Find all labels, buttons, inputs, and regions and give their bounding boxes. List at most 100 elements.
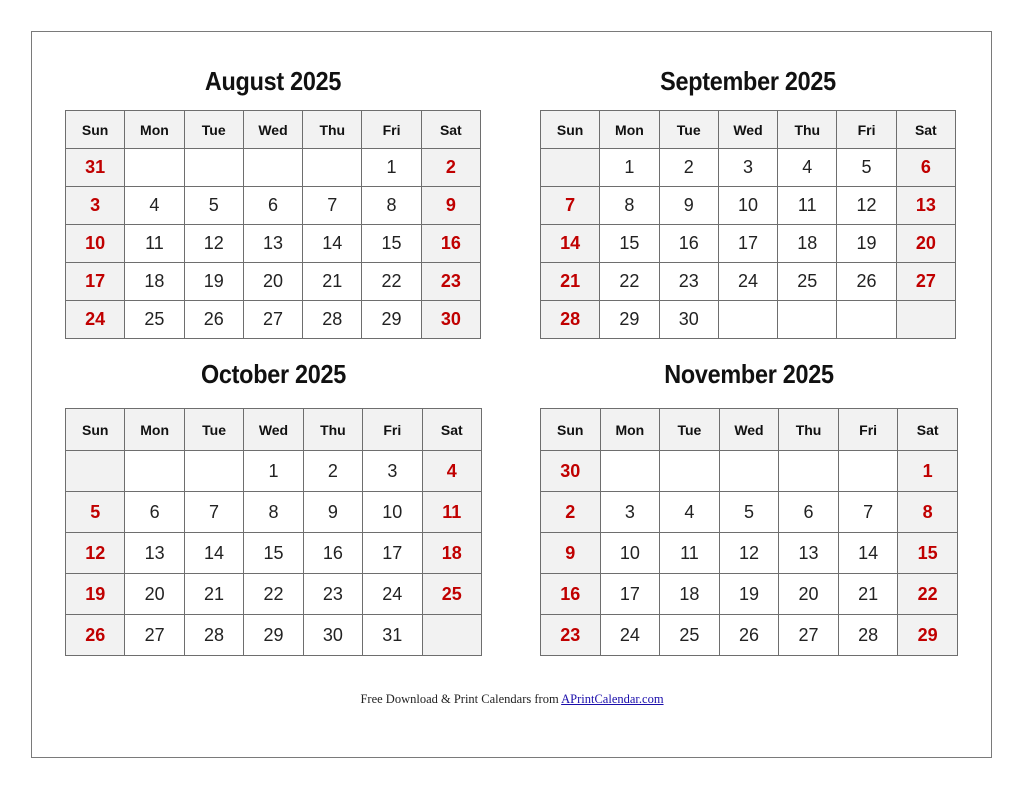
- day-cell: 29: [599, 300, 660, 339]
- weekday-header-row: Sun Mon Tue Wed Thu Fri Sat: [540, 408, 958, 451]
- day-cell: 30: [540, 450, 601, 492]
- month-title: October 2025: [200, 359, 347, 389]
- day-cell: 6: [124, 491, 185, 533]
- empty-cell: [837, 450, 899, 492]
- week-row: 9 10 11 12 13 14 15: [540, 532, 958, 574]
- day-cell: 6: [778, 491, 839, 533]
- week-row: 28 29 30: [539, 300, 957, 339]
- weekday-header-row: Sun Mon Tue Wed Thu Fri Sat: [64, 408, 483, 451]
- day-cell: 27: [124, 614, 185, 656]
- day-cell: 18: [421, 532, 483, 574]
- day-cell: 1: [897, 450, 958, 492]
- weekday-header-wed: Wed: [243, 408, 304, 451]
- day-cell: 17: [362, 532, 423, 574]
- day-cell: 5: [64, 491, 126, 533]
- day-cell: 24: [362, 573, 423, 615]
- weekday-header-sun: Sun: [539, 110, 601, 149]
- day-cell: 7: [183, 491, 245, 533]
- day-cell: 27: [242, 300, 304, 339]
- day-cell: 25: [659, 614, 720, 656]
- week-row: 14 15 16 17 18 19 20: [539, 224, 957, 263]
- day-cell: 22: [599, 262, 660, 301]
- day-cell: 26: [64, 614, 126, 656]
- day-cell: 8: [599, 186, 660, 225]
- weekday-header-sat: Sat: [897, 408, 958, 451]
- empty-cell: [717, 300, 779, 339]
- day-cell: 6: [895, 148, 957, 187]
- day-cell: 30: [658, 300, 719, 339]
- day-cell: 5: [718, 491, 780, 533]
- empty-cell: [599, 450, 661, 492]
- empty-cell: [183, 450, 245, 492]
- day-cell: 18: [777, 224, 838, 263]
- day-cell: 6: [242, 186, 304, 225]
- day-cell: 20: [895, 224, 957, 263]
- weekday-header-wed: Wed: [717, 110, 779, 149]
- weekday-header-sun: Sun: [64, 110, 126, 149]
- day-cell: 23: [420, 262, 482, 301]
- day-cell: 31: [362, 614, 423, 656]
- day-cell: 3: [599, 491, 661, 533]
- day-cell: 12: [183, 224, 244, 263]
- day-cell: 7: [539, 186, 601, 225]
- day-cell: 1: [243, 450, 304, 492]
- week-row: 30 1: [540, 450, 958, 492]
- month-grid: Sun Mon Tue Wed Thu Fri Sat 31 1 2 3 4 5 6 7 8 9 10 11 12 13…: [64, 110, 482, 339]
- week-row: 26 27 28 29 30 31: [64, 614, 483, 656]
- weekday-header-fri: Fri: [361, 110, 422, 149]
- month-title: September 2025: [660, 66, 836, 96]
- empty-cell: [778, 450, 839, 492]
- day-cell: 23: [658, 262, 719, 301]
- weekday-header-tue: Tue: [659, 408, 720, 451]
- day-cell: 10: [599, 532, 661, 574]
- day-cell: 12: [836, 186, 897, 225]
- empty-cell: [836, 300, 897, 339]
- day-cell: 7: [837, 491, 899, 533]
- day-cell: 1: [599, 148, 660, 187]
- weekday-header-sat: Sat: [895, 110, 957, 149]
- weekday-header-thu: Thu: [778, 408, 839, 451]
- day-cell: 29: [243, 614, 304, 656]
- week-row: 21 22 23 24 25 26 27: [539, 262, 957, 301]
- day-cell: 19: [64, 573, 126, 615]
- month-grid: Sun Mon Tue Wed Thu Fri Sat 1 2 3 4 5 6 7 8 9 10 11 12 13 14…: [64, 408, 483, 656]
- month-grid: Sun Mon Tue Wed Thu Fri Sat 30 1 2 3 4 5 6 7 8 9 10 11 12 13…: [540, 408, 958, 656]
- day-cell: 8: [361, 186, 422, 225]
- day-cell: 30: [420, 300, 482, 339]
- day-cell: 14: [539, 224, 601, 263]
- day-cell: 9: [540, 532, 601, 574]
- day-cell: 4: [421, 450, 483, 492]
- week-row: 5 6 7 8 9 10 11: [64, 491, 483, 533]
- day-cell: 24: [717, 262, 779, 301]
- day-cell: 9: [302, 491, 364, 533]
- weekday-header-mon: Mon: [124, 408, 185, 451]
- day-cell: 2: [540, 491, 601, 533]
- day-cell: 16: [540, 573, 601, 615]
- month-title: August 2025: [204, 66, 342, 96]
- week-row: 23 24 25 26 27 28 29: [540, 614, 958, 656]
- empty-cell: [242, 148, 304, 187]
- week-row: 2345678: [540, 491, 958, 533]
- weekday-header-wed: Wed: [242, 110, 304, 149]
- day-cell: 17: [599, 573, 661, 615]
- day-cell: 15: [361, 224, 422, 263]
- week-row: 12 13 14 15 16 17 18: [64, 532, 483, 574]
- footer-link[interactable]: APrintCalendar.com: [561, 692, 663, 706]
- day-cell: 11: [421, 491, 483, 533]
- day-cell: 26: [836, 262, 897, 301]
- day-cell: 16: [302, 532, 364, 574]
- day-cell: 13: [242, 224, 304, 263]
- day-cell: 11: [659, 532, 720, 574]
- day-cell: 14: [302, 224, 363, 263]
- week-row: 3456789: [64, 186, 482, 225]
- day-cell: 18: [124, 262, 185, 301]
- empty-cell: [421, 614, 483, 656]
- day-cell: 4: [124, 186, 185, 225]
- weekday-header-tue: Tue: [183, 408, 245, 451]
- day-cell: 20: [778, 573, 839, 615]
- day-cell: 20: [124, 573, 185, 615]
- empty-cell: [124, 148, 185, 187]
- week-row: 1234: [64, 450, 483, 492]
- week-row: 24 25 26 27 28 29 30: [64, 300, 482, 339]
- day-cell: 27: [778, 614, 839, 656]
